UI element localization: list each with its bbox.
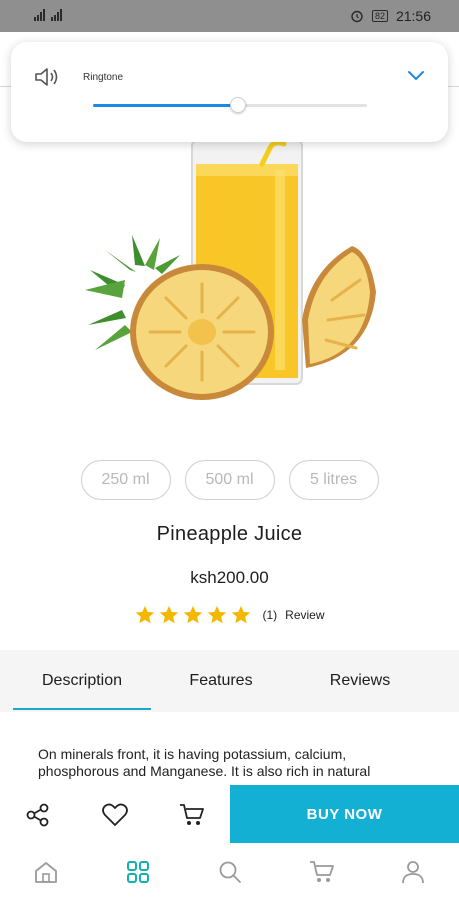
description-text: On minerals front, it is having potassiu… bbox=[38, 746, 371, 779]
star-icon bbox=[136, 605, 155, 624]
cart-icon bbox=[310, 861, 334, 882]
volume-slider-fill bbox=[93, 104, 239, 107]
star-icon bbox=[160, 605, 179, 624]
buy-now-button[interactable]: BUY NOW bbox=[230, 785, 459, 843]
alarm-icon bbox=[351, 10, 363, 23]
battery-icon: 82 bbox=[371, 10, 388, 22]
size-option-250ml[interactable]: 250 ml bbox=[80, 460, 171, 500]
bottom-nav bbox=[0, 844, 459, 900]
status-time: 21:56 bbox=[395, 8, 431, 24]
tab-features[interactable]: Features bbox=[152, 650, 290, 712]
volume-slider[interactable] bbox=[93, 97, 367, 113]
grid-icon bbox=[127, 861, 149, 883]
product-price: ksh200.00 bbox=[190, 568, 269, 587]
search-icon bbox=[219, 861, 241, 883]
volume-panel[interactable]: Ringtone bbox=[11, 42, 448, 142]
star-icon bbox=[184, 605, 203, 624]
product-tabs: Description Features Reviews bbox=[0, 650, 459, 712]
cart-icon bbox=[180, 803, 204, 825]
tab-reviews[interactable]: Reviews bbox=[291, 650, 429, 712]
size-option-5litres[interactable]: 5 litres bbox=[288, 460, 379, 500]
home-icon bbox=[35, 862, 57, 883]
speaker-icon[interactable] bbox=[33, 66, 61, 88]
add-to-cart-button[interactable] bbox=[154, 785, 230, 844]
star-icon bbox=[208, 605, 227, 624]
wishlist-button[interactable] bbox=[77, 785, 153, 844]
user-icon bbox=[402, 861, 424, 884]
nav-home[interactable] bbox=[31, 858, 61, 886]
nav-search[interactable] bbox=[215, 858, 245, 886]
volume-label: Ringtone bbox=[83, 72, 124, 83]
volume-slider-thumb[interactable] bbox=[230, 97, 247, 113]
status-bar: 82 21:56 bbox=[0, 0, 459, 32]
review-count: (1) bbox=[262, 608, 278, 622]
status-left bbox=[34, 9, 62, 21]
review-label: Review bbox=[285, 608, 325, 622]
nav-categories[interactable] bbox=[123, 858, 153, 886]
size-option-500ml[interactable]: 500 ml bbox=[184, 460, 275, 500]
tab-description[interactable]: Description bbox=[13, 650, 151, 712]
product-name: Pineapple Juice bbox=[156, 523, 303, 545]
product-rating[interactable]: (1) Review bbox=[0, 604, 459, 626]
chevron-down-icon[interactable] bbox=[406, 68, 426, 82]
nav-account[interactable] bbox=[398, 858, 428, 886]
size-options: 250 ml 500 ml 5 litres bbox=[0, 460, 459, 500]
share-button[interactable] bbox=[0, 785, 76, 844]
signal-icon bbox=[34, 9, 45, 21]
status-right: 82 21:56 bbox=[350, 8, 431, 24]
signal-icon bbox=[51, 9, 62, 21]
nav-cart[interactable] bbox=[307, 858, 337, 886]
star-icon bbox=[232, 605, 251, 624]
heart-icon bbox=[102, 803, 128, 826]
active-tab-indicator bbox=[13, 708, 151, 710]
share-icon bbox=[26, 803, 49, 826]
pineapple-juice-image bbox=[85, 139, 376, 400]
